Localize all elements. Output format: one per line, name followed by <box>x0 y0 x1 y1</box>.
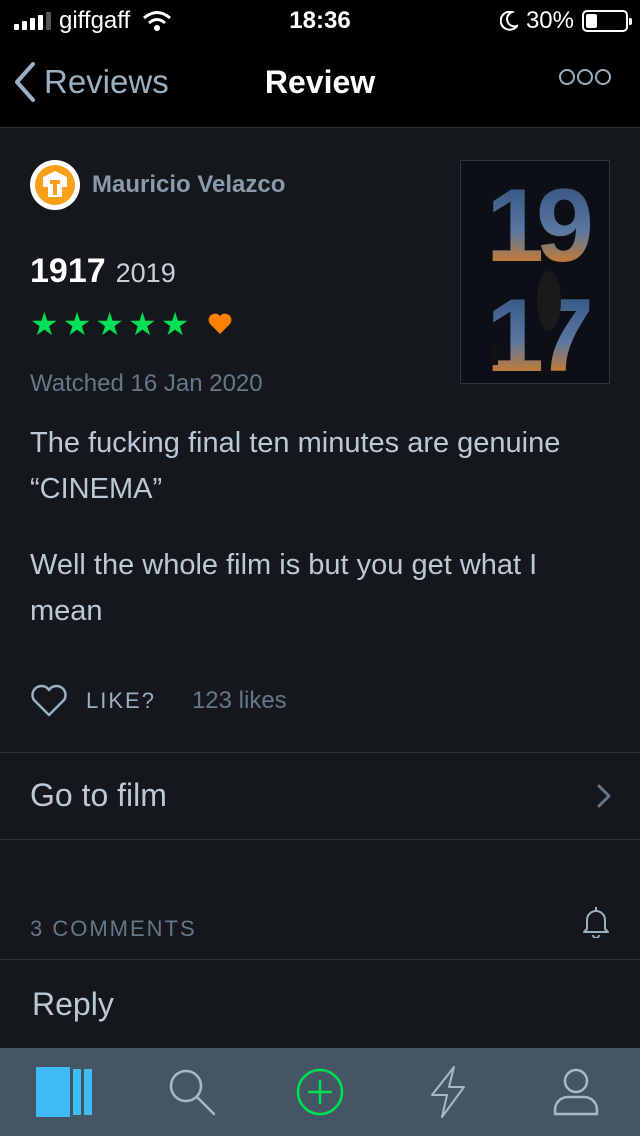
moon-icon <box>499 11 518 31</box>
liked-heart-icon <box>209 313 232 334</box>
reply-button[interactable]: Reply <box>32 986 114 1023</box>
go-to-film-row[interactable]: Go to film <box>0 752 640 840</box>
film-year: 2019 <box>115 258 176 288</box>
search-icon <box>169 1069 216 1116</box>
tab-profile[interactable] <box>512 1048 640 1136</box>
like-row: LIKE? 123 likes <box>30 684 287 718</box>
tab-activity[interactable] <box>384 1048 512 1136</box>
poster-artwork: 19 17 <box>461 161 609 383</box>
star-icon: ★ <box>95 306 125 342</box>
heart-outline-icon[interactable] <box>30 684 68 718</box>
avatar[interactable] <box>30 160 80 210</box>
status-right: 30% <box>499 7 632 35</box>
profile-icon <box>553 1068 599 1116</box>
comments-header: 3 COMMENTS <box>0 900 640 960</box>
add-icon <box>296 1068 344 1116</box>
like-count[interactable]: 123 likes <box>192 687 287 715</box>
review-author[interactable]: Mauricio Velazco <box>30 160 285 210</box>
rating: ★ ★ ★ ★ ★ <box>30 308 233 340</box>
star-icon: ★ <box>128 306 157 342</box>
film-heading[interactable]: 1917 2019 <box>30 252 176 291</box>
film-poster[interactable]: 19 17 <box>460 160 610 384</box>
tab-add[interactable] <box>256 1048 384 1136</box>
like-button[interactable]: LIKE? <box>86 688 156 714</box>
tab-diary[interactable] <box>0 1048 128 1136</box>
star-icon: ★ <box>62 306 92 342</box>
comments-count: 3 COMMENTS <box>30 916 197 941</box>
back-button[interactable]: Reviews <box>14 62 169 102</box>
star-icon: ★ <box>30 306 59 342</box>
more-icon <box>559 69 611 85</box>
review-text: The fucking final ten minutes are genuin… <box>30 420 610 664</box>
film-name[interactable]: 1917 <box>30 252 106 291</box>
battery-icon <box>582 10 632 32</box>
go-to-film-label: Go to film <box>30 777 167 813</box>
chevron-left-icon <box>15 62 35 102</box>
tab-bar <box>0 1048 640 1136</box>
back-label: Reviews <box>44 63 169 100</box>
tab-search[interactable] <box>128 1048 256 1136</box>
activity-icon <box>431 1066 465 1118</box>
nav-bar: Reviews Review <box>0 40 640 128</box>
review-paragraph: Well the whole film is but you get what … <box>30 549 538 627</box>
watched-date: Watched 16 Jan 2020 <box>30 370 263 397</box>
more-button[interactable] <box>558 68 612 91</box>
review-paragraph: The fucking final ten minutes are genuin… <box>30 427 561 505</box>
avatar-helmet-icon <box>35 165 75 205</box>
star-icon: ★ <box>160 306 190 342</box>
diary-icon <box>36 1067 92 1117</box>
status-bar: giffgaff 18:36 30% <box>0 0 640 40</box>
chevron-right-icon <box>597 784 611 808</box>
bell-icon[interactable] <box>582 904 610 938</box>
battery-percent: 30% <box>525 7 574 34</box>
svg-text:19: 19 <box>486 168 590 284</box>
author-name[interactable]: Mauricio Velazco <box>92 171 285 199</box>
